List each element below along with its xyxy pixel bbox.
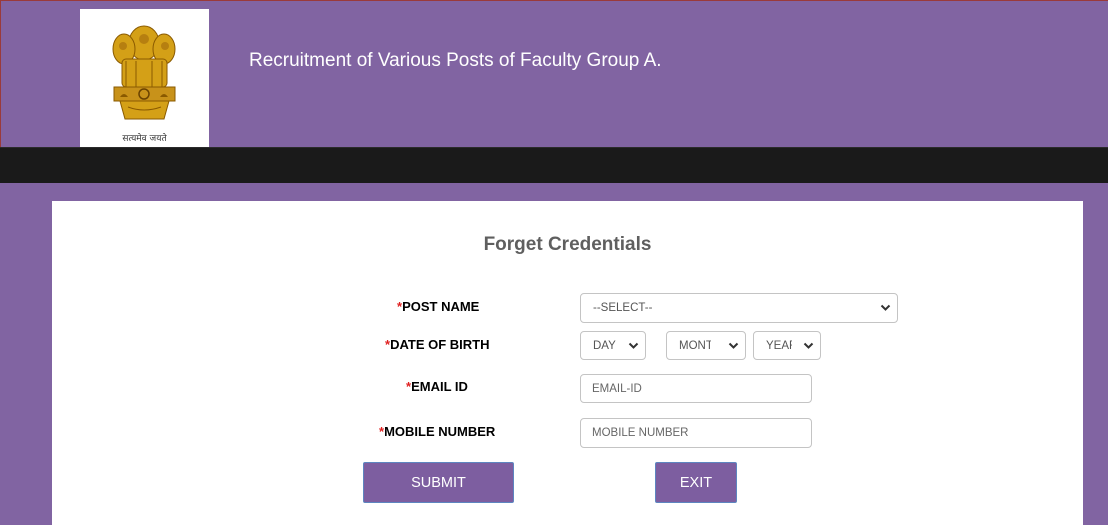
dob-day-select[interactable]: DAY <box>580 331 646 360</box>
chevron-down-icon <box>728 342 739 349</box>
mobile-number-field[interactable] <box>580 418 812 448</box>
post-name-label: *POST NAME <box>397 299 480 314</box>
forget-credentials-form: Forget Credentials *POST NAME --SELECT--… <box>52 201 1083 525</box>
email-field[interactable] <box>580 374 812 403</box>
chevron-down-icon <box>880 304 891 311</box>
chevron-down-icon <box>803 342 814 349</box>
email-label: *EMAIL ID <box>406 379 468 394</box>
site-title: Recruitment of Various Posts of Faculty … <box>249 50 662 71</box>
dob-label: *DATE OF BIRTH <box>385 337 490 352</box>
emblem-logo: सत्यमेव जयते <box>80 9 209 148</box>
emblem-caption: सत्यमेव जयते <box>122 134 167 144</box>
form-title: Forget Credentials <box>483 234 652 255</box>
mobile-label: *MOBILE NUMBER <box>379 424 496 439</box>
chevron-down-icon <box>628 342 639 349</box>
post-name-select[interactable]: --SELECT-- <box>580 293 898 323</box>
site-header: सत्यमेव जयते Recruitment of Various Post… <box>0 0 1108 148</box>
dob-year-select[interactable]: YEAR <box>753 331 821 360</box>
nav-bar <box>0 147 1108 183</box>
national-emblem-icon <box>112 25 176 120</box>
submit-button[interactable]: SUBMIT <box>363 462 514 503</box>
dob-month-select[interactable]: MONTH <box>666 331 746 360</box>
exit-button[interactable]: EXIT <box>655 462 737 503</box>
